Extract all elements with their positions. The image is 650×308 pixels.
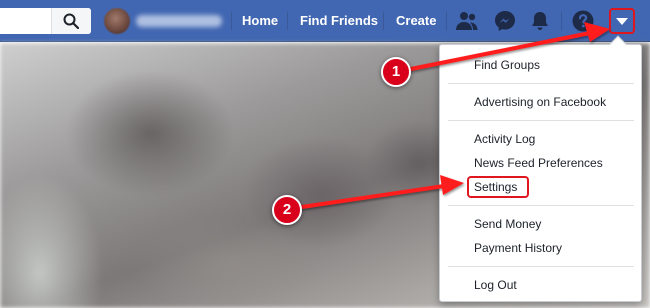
profile-name-blurred [136, 15, 222, 27]
step-badge-2: 2 [272, 195, 302, 225]
search-icon [63, 13, 79, 29]
divider [561, 12, 562, 30]
step-badge-1: 1 [381, 57, 411, 87]
settings-highlight-box [467, 176, 529, 198]
menu-divider [448, 120, 634, 121]
nav-find-friends-link[interactable]: Find Friends [300, 0, 378, 42]
menu-item-payment-history[interactable]: Payment History [440, 237, 641, 259]
profile-link[interactable] [104, 8, 226, 34]
menu-item-news-feed-preferences[interactable]: News Feed Preferences [440, 152, 641, 174]
help-question-icon[interactable] [571, 9, 595, 33]
messenger-icon[interactable] [493, 9, 517, 33]
divider [287, 12, 288, 30]
divider [383, 12, 384, 30]
divider [446, 12, 447, 30]
nav-create-link[interactable]: Create [396, 0, 436, 42]
account-dropdown-menu: Find Groups Advertising on Facebook Acti… [439, 35, 642, 302]
top-navigation-bar: Home Find Friends Create [0, 0, 650, 42]
menu-divider [448, 266, 634, 267]
menu-item-send-money[interactable]: Send Money [440, 213, 641, 235]
notifications-bell-icon[interactable] [528, 9, 552, 33]
menu-divider [448, 83, 634, 84]
avatar [104, 8, 130, 34]
menu-divider [448, 205, 634, 206]
search-button[interactable] [51, 8, 91, 34]
menu-item-log-out[interactable]: Log Out [440, 274, 641, 296]
friends-icon[interactable] [455, 9, 479, 33]
search-input[interactable] [0, 8, 91, 34]
account-menu-caret-icon[interactable] [609, 8, 635, 34]
menu-item-find-groups[interactable]: Find Groups [440, 54, 641, 76]
menu-item-advertising[interactable]: Advertising on Facebook [440, 91, 641, 113]
menu-item-activity-log[interactable]: Activity Log [440, 128, 641, 150]
nav-home-link[interactable]: Home [242, 0, 278, 42]
divider [231, 12, 232, 30]
